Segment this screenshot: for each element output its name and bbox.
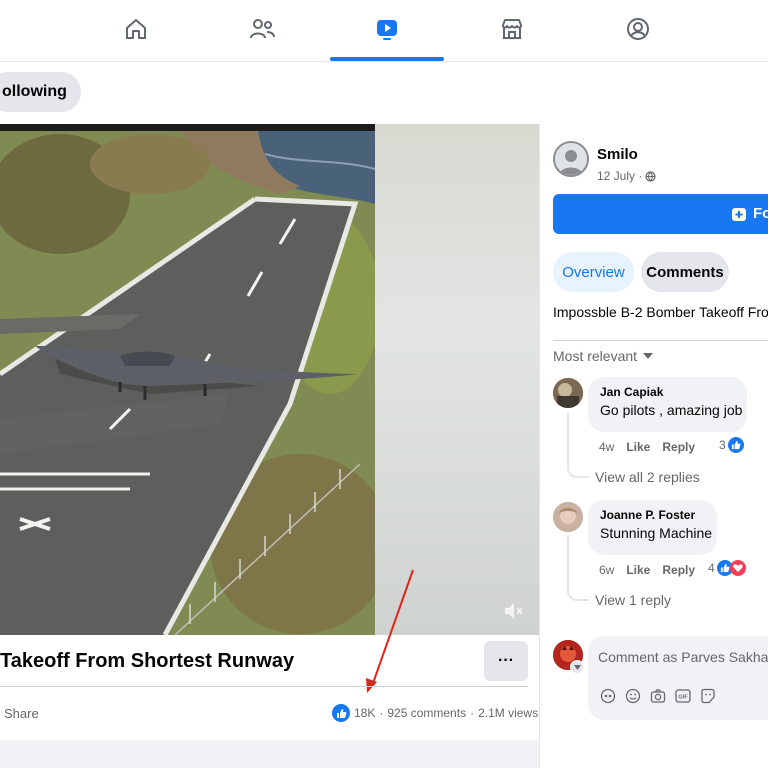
like-reaction-icon [727, 437, 744, 453]
stats-separator: · [379, 706, 384, 720]
like-reaction-icon[interactable] [332, 704, 350, 722]
more-options-icon: ··· [498, 652, 514, 669]
comment-count[interactable]: 925 comments [387, 706, 466, 720]
following-tab-label: ollowing [2, 83, 67, 100]
comment-time[interactable]: 6w [599, 563, 614, 577]
view-replies-link[interactable]: View all 2 replies [595, 469, 700, 485]
share-button[interactable]: Share [4, 706, 39, 721]
comment-sort-dropdown[interactable]: Most relevant [553, 348, 654, 364]
following-tab[interactable]: ollowing [0, 72, 81, 112]
tab-comments-label: Comments [646, 263, 724, 281]
follow-button-label: Fo [753, 205, 768, 222]
post-stats: 18K · 925 comments · 2.1M views [332, 704, 538, 722]
author-name[interactable]: Smilo [597, 146, 638, 163]
active-tab-indicator [330, 57, 444, 61]
commenter-name[interactable]: Jan Capiak [600, 385, 735, 399]
reaction-count: 3 [719, 438, 726, 452]
video-frame: 30 [0, 124, 375, 635]
friends-icon[interactable] [247, 14, 277, 44]
gif-icon[interactable]: GIF [675, 688, 691, 704]
comment-bubble: Jan Capiak Go pilots , amazing job [588, 377, 747, 432]
sticker-icon[interactable] [700, 688, 716, 704]
emoji-icon[interactable] [625, 688, 641, 704]
post-description: Impossble B-2 Bomber Takeoff From [553, 304, 768, 320]
commenter-avatar[interactable] [553, 378, 583, 408]
home-icon[interactable] [121, 14, 151, 44]
comment-reply-button[interactable]: Reply [662, 440, 695, 454]
comment-sort-label: Most relevant [553, 348, 638, 364]
camera-icon[interactable] [650, 688, 666, 704]
chevron-down-icon[interactable] [570, 660, 584, 674]
follow-button[interactable]: Fo [553, 194, 768, 234]
view-replies-link[interactable]: View 1 reply [595, 592, 671, 608]
video-blur-background [375, 124, 539, 635]
comment-time[interactable]: 4w [599, 440, 614, 454]
post-title: Takeoff From Shortest Runway [0, 650, 295, 672]
comment-actions: 6w Like Reply [599, 563, 695, 577]
like-count[interactable]: 18K [354, 706, 375, 720]
tab-overview-label: Overview [562, 263, 625, 281]
love-reaction-icon [729, 560, 746, 576]
post-date-row: 12 July · [597, 169, 656, 183]
sidebar-divider [553, 340, 768, 341]
comment-actions: 4w Like Reply [599, 440, 695, 454]
comment-text: Go pilots , amazing job [600, 402, 743, 418]
reply-thread-line [567, 412, 589, 478]
tab-comments[interactable]: Comments [641, 252, 729, 292]
comment-text: Stunning Machine [600, 525, 713, 541]
profile-icon[interactable] [623, 14, 653, 44]
chevron-down-icon [643, 353, 654, 359]
top-navigation [0, 0, 768, 62]
feed-background [0, 740, 539, 768]
composer-toolbar: GIF [600, 688, 716, 704]
video-icon[interactable] [372, 14, 402, 44]
comment-like-button[interactable]: Like [626, 563, 650, 577]
commenter-name[interactable]: Joanne P. Foster [600, 508, 705, 522]
add-page-icon [732, 207, 746, 221]
reaction-count: 4 [708, 561, 715, 575]
author-avatar[interactable] [553, 141, 589, 177]
post-divider [0, 686, 528, 687]
svg-text:GIF: GIF [678, 695, 688, 701]
muted-speaker-icon[interactable] [500, 598, 526, 624]
comment-like-button[interactable]: Like [626, 440, 650, 454]
avatar-sticker-icon[interactable] [600, 688, 616, 704]
globe-icon [645, 170, 656, 182]
post-date[interactable]: 12 July · [597, 169, 642, 183]
view-count: 2.1M views [478, 706, 539, 720]
comment-input[interactable]: Comment as Parves Sakhawa [598, 649, 768, 665]
commenter-avatar[interactable] [553, 502, 583, 532]
more-options-button[interactable]: ··· [484, 641, 528, 681]
comment-composer[interactable]: Comment as Parves Sakhawa GIF [588, 636, 768, 720]
comment-reply-button[interactable]: Reply [662, 563, 695, 577]
comment-reactions[interactable]: 4 [708, 560, 746, 576]
stats-separator: · [470, 706, 475, 720]
comment-bubble: Joanne P. Foster Stunning Machine [588, 500, 717, 555]
tab-overview[interactable]: Overview [553, 252, 634, 292]
reply-thread-line [567, 535, 589, 601]
video-player[interactable]: 30 [0, 124, 539, 635]
comment-reactions[interactable]: 3 [719, 437, 744, 453]
marketplace-icon[interactable] [497, 14, 527, 44]
